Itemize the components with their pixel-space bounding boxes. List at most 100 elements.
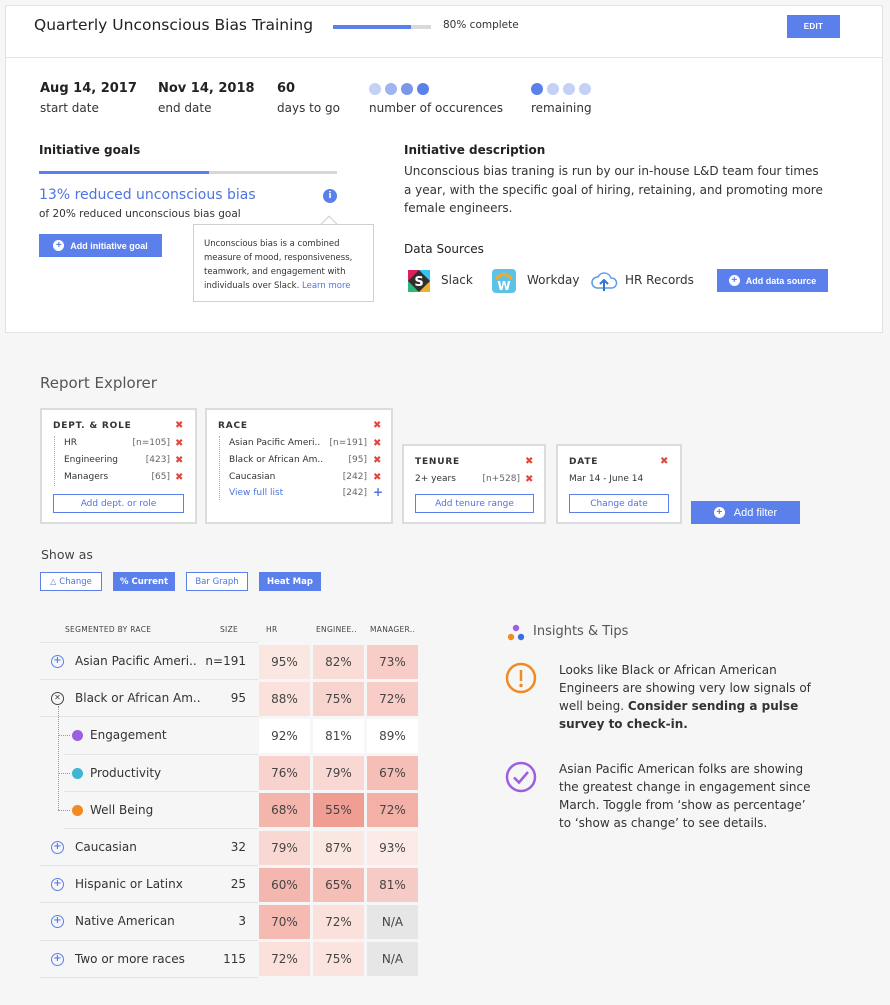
- goal-value[interactable]: 13% reduced unconscious bias: [39, 187, 256, 203]
- row-divider: [40, 976, 258, 978]
- expand-icon[interactable]: +: [51, 952, 64, 966]
- close-icon[interactable]: ✖: [175, 420, 183, 431]
- close-icon[interactable]: ✖: [175, 455, 183, 466]
- show-heat-map-button[interactable]: Heat Map: [259, 572, 321, 591]
- heatmap-cell[interactable]: 72%: [367, 681, 418, 716]
- learn-more-link[interactable]: Learn more: [302, 281, 350, 291]
- heatmap-cell[interactable]: 75%: [313, 681, 364, 716]
- close-icon[interactable]: ✖: [525, 456, 533, 467]
- close-icon[interactable]: ✖: [660, 456, 668, 467]
- filter-row-label: Mar 14 - June 14: [569, 474, 644, 484]
- plus-icon[interactable]: +: [373, 485, 383, 499]
- row-divider: [40, 865, 258, 867]
- filter-title: DEPT. & ROLE: [53, 421, 132, 431]
- progress-text: 80% complete: [443, 19, 519, 31]
- filter-title: RACE: [218, 421, 248, 431]
- heatmap-cell[interactable]: 72%: [367, 793, 418, 828]
- expand-icon[interactable]: +: [51, 878, 64, 892]
- column-header-managers[interactable]: MANAGER..: [370, 625, 415, 634]
- filter-row-label: Engineering: [64, 455, 118, 465]
- data-sources-title: Data Sources: [404, 242, 484, 256]
- heatmap-cell[interactable]: 89%: [367, 718, 418, 753]
- edit-button[interactable]: EDIT: [787, 15, 840, 38]
- close-icon[interactable]: ✖: [175, 438, 183, 449]
- heatmap-cell[interactable]: 95%: [259, 644, 310, 679]
- row-divider: [64, 790, 258, 792]
- goal-subtitle: of 20% reduced unconscious bias goal: [39, 208, 241, 220]
- row-label[interactable]: Black or African Am..: [75, 691, 201, 705]
- column-header-size[interactable]: SIZE: [220, 625, 238, 634]
- row-label[interactable]: Two or more races: [75, 952, 185, 966]
- tree-line: [58, 706, 59, 810]
- progress-bar-fill: [333, 25, 412, 29]
- heatmap-cell[interactable]: 76%: [259, 756, 310, 791]
- view-full-list-link[interactable]: View full list: [229, 488, 283, 498]
- row-divider: [40, 939, 258, 941]
- heatmap-cell[interactable]: 72%: [259, 942, 310, 977]
- expand-icon[interactable]: +: [51, 655, 64, 668]
- row-size: 115: [223, 951, 246, 966]
- close-icon[interactable]: ✖: [373, 472, 381, 483]
- add-data-source-button[interactable]: + Add data source: [717, 269, 828, 292]
- row-label[interactable]: Hispanic or Latinx: [75, 877, 183, 891]
- heatmap-cell[interactable]: 81%: [313, 718, 364, 753]
- show-bar-graph-button[interactable]: Bar Graph: [186, 572, 248, 591]
- row-label[interactable]: Native American: [75, 914, 175, 928]
- heatmap-cell[interactable]: 70%: [259, 904, 310, 939]
- add-initiative-goal-button[interactable]: + Add initiative goal: [39, 234, 162, 257]
- days-to-go-value: 60: [277, 81, 296, 96]
- heatmap-cell[interactable]: 75%: [313, 942, 364, 977]
- heatmap-cell[interactable]: 68%: [259, 793, 310, 828]
- heatmap-cell[interactable]: 88%: [259, 681, 310, 716]
- heatmap-cell[interactable]: N/A: [367, 904, 418, 939]
- cloud-upload-icon: [589, 269, 619, 293]
- row-label[interactable]: Asian Pacific Ameri..: [75, 654, 197, 668]
- progress-dot: [531, 83, 543, 95]
- heatmap-cell[interactable]: 81%: [367, 867, 418, 902]
- show-current-button[interactable]: % Current: [113, 572, 175, 591]
- close-icon[interactable]: ✖: [373, 455, 381, 466]
- filter-race: RACE ✖ Asian Pacific Ameri.. [n=191] ✖ B…: [205, 408, 393, 524]
- heatmap-cell[interactable]: 72%: [313, 904, 364, 939]
- add-tenure-range-button[interactable]: Add tenure range: [415, 494, 534, 513]
- row-label[interactable]: Caucasian: [75, 840, 137, 854]
- source-slack[interactable]: Slack: [441, 273, 473, 287]
- source-hr-records[interactable]: HR Records: [625, 273, 694, 287]
- close-icon[interactable]: ✖: [373, 438, 381, 449]
- heatmap-cell[interactable]: 92%: [259, 718, 310, 753]
- heatmap-cell[interactable]: 65%: [313, 867, 364, 902]
- heatmap-cell[interactable]: 60%: [259, 867, 310, 902]
- heatmap-cell[interactable]: 82%: [313, 644, 364, 679]
- triangle-icon: △: [50, 577, 57, 586]
- column-header-engineering[interactable]: ENGINEE..: [316, 625, 357, 634]
- add-initiative-goal-label: Add initiative goal: [70, 240, 148, 251]
- filter-row-count: [n=105]: [132, 438, 170, 448]
- heatmap-cell[interactable]: 55%: [313, 793, 364, 828]
- days-to-go-label: days to go: [277, 101, 340, 115]
- change-date-button[interactable]: Change date: [569, 494, 669, 513]
- filter-row-count: [n=191]: [329, 438, 367, 448]
- goals-title: Initiative goals: [39, 143, 141, 157]
- info-icon[interactable]: i: [323, 189, 337, 203]
- close-icon[interactable]: ✖: [373, 420, 381, 431]
- heatmap-cell[interactable]: N/A: [367, 942, 418, 977]
- expand-icon[interactable]: +: [51, 915, 64, 929]
- expand-icon[interactable]: +: [51, 841, 64, 854]
- collapse-icon[interactable]: ✕: [51, 692, 64, 706]
- close-icon[interactable]: ✖: [175, 472, 183, 483]
- add-dept-role-button[interactable]: Add dept. or role: [53, 494, 184, 513]
- column-header-hr[interactable]: HR: [266, 625, 277, 634]
- show-change-button[interactable]: △ Change: [40, 572, 102, 591]
- heatmap-cell[interactable]: 67%: [367, 756, 418, 791]
- heatmap-cell[interactable]: 73%: [367, 644, 418, 679]
- heatmap-cell[interactable]: 79%: [259, 830, 310, 865]
- close-icon[interactable]: ✖: [525, 474, 533, 485]
- source-workday[interactable]: Workday: [527, 273, 579, 287]
- add-filter-button[interactable]: + Add filter: [691, 501, 800, 524]
- svg-text:W: W: [497, 279, 510, 293]
- heatmap-cell[interactable]: 79%: [313, 756, 364, 791]
- column-header-segment[interactable]: SEGMENTED BY RACE: [65, 625, 151, 634]
- heatmap-cell[interactable]: 93%: [367, 830, 418, 865]
- filter-row-label: Black or African Am..: [229, 455, 324, 465]
- heatmap-cell[interactable]: 87%: [313, 830, 364, 865]
